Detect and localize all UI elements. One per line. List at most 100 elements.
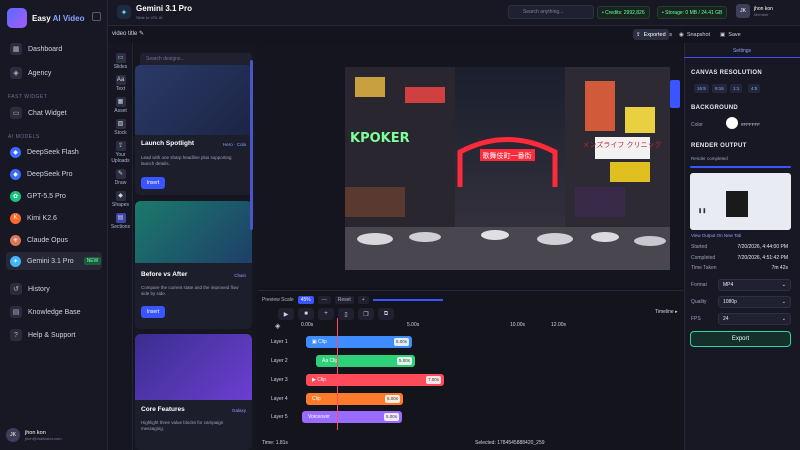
template-card-before-after[interactable]: Before vs After Chain Compare the curren…	[135, 201, 252, 329]
sidebar-item-deepseek-pro[interactable]: ◆ DeepSeek Pro	[6, 165, 102, 183]
resolution-option[interactable]: 16:9	[694, 84, 709, 93]
timeline-clip[interactable]: ▣ Clip 5.00s	[306, 336, 412, 348]
rail-item-asset[interactable]: ▦ Asset	[108, 97, 133, 114]
clip-label: Clip	[318, 339, 327, 345]
timeline-clip[interactable]: ▶ Clip 7.00s	[306, 374, 444, 386]
credits-badge: • Credits: 2992,826	[597, 6, 650, 19]
sidebar-item-help[interactable]: ? Help & Support	[6, 326, 102, 344]
rail-item-slides[interactable]: ▭ Slides	[108, 53, 133, 70]
resolution-option[interactable]: 4:5	[748, 84, 761, 93]
app-logo-icon	[7, 8, 27, 28]
section-label-fast-widget: FAST WIDGET	[8, 94, 48, 100]
chat-icon: ▭	[10, 107, 22, 119]
video-preview[interactable]: 歌舞伎町一番街 KPOKER メンズライフ クリニック	[345, 67, 670, 270]
copy-icon[interactable]: ❐	[358, 308, 374, 320]
sidebar-item-dashboard[interactable]: ▦ Dashboard	[6, 40, 102, 58]
selected-clip-id: Selected: 1784545888420_259	[475, 440, 545, 446]
stop-icon[interactable]: ■	[298, 308, 314, 320]
template-card-core-features[interactable]: Core Features Galaxy Highlight three val…	[135, 334, 252, 450]
delete-icon[interactable]: ▯	[338, 308, 354, 320]
card-title: Core Features	[141, 406, 185, 413]
layer-label: Layer 5	[271, 414, 288, 420]
chevron-down-icon: ⌄	[781, 316, 786, 322]
template-preview	[135, 334, 252, 400]
current-time: Time: 1.81s	[262, 440, 288, 446]
pause-icon[interactable]: ❚❚	[698, 208, 706, 214]
sidebar-item-gemini[interactable]: ✦ Gemini 3.1 Pro NEW	[6, 252, 102, 270]
scale-slider[interactable]	[372, 299, 443, 301]
color-swatch[interactable]	[726, 117, 738, 129]
format-select[interactable]: MP4 ⌄	[718, 279, 791, 291]
sidebar-item-chat-widget[interactable]: ▭ Chat Widget	[6, 104, 102, 122]
quality-label: Quality	[691, 299, 707, 305]
sidebar-item-label: History	[28, 285, 50, 293]
video-title[interactable]: video title ✎	[112, 30, 144, 37]
quality-select[interactable]: 1080p ⌄	[718, 296, 791, 308]
add-icon[interactable]: +	[318, 308, 334, 320]
render-status: Render completed	[691, 156, 728, 161]
insert-button[interactable]: Insert	[141, 177, 165, 189]
sidebar-item-label: Help & Support	[28, 331, 76, 339]
clip-label: Aa Clip	[322, 358, 339, 364]
zoom-in-button[interactable]: +	[357, 296, 369, 304]
clip-duration: 5.00s	[396, 357, 412, 365]
save-button[interactable]: ▣ Save	[717, 29, 744, 40]
preview-scale-bar: Preview Scale 45% — Reset +	[262, 296, 443, 304]
tool-rail: ▭ Slides Aa Text ▦ Asset ▨ Stock ⇪ Your Uploa…	[108, 43, 133, 450]
rail-item-stock[interactable]: ▨ Stock	[108, 119, 133, 136]
claude-icon: ✳	[10, 234, 21, 246]
render-thumbnail[interactable]: ❚❚	[690, 173, 791, 230]
timeline-label: Timeline ▸	[655, 309, 678, 315]
playhead[interactable]	[337, 318, 338, 430]
template-card-launch[interactable]: Launch Spotlight Hero · Cola Lead with o…	[135, 65, 252, 195]
clip-duration: 7.00s	[425, 376, 441, 384]
timeline-clip[interactable]: Voiceover 5.00s	[302, 411, 402, 423]
app-brand: Easy AI Video	[32, 14, 84, 23]
edit-icon[interactable]: ✎	[139, 31, 144, 37]
search-input[interactable]: Search anything...	[508, 5, 594, 19]
book-icon: ▤	[10, 306, 22, 318]
rail-item-uploads[interactable]: ⇪ Your Uploads	[108, 141, 133, 164]
sidebar-item-agency[interactable]: ◈ Agency	[6, 64, 102, 82]
zoom-out-button[interactable]: —	[317, 296, 331, 304]
view-output-link[interactable]: View Output On New Tab	[691, 233, 741, 238]
section-heading: RENDER OUTPUT	[691, 143, 747, 149]
rail-item-sections[interactable]: ▤ Sections	[108, 213, 133, 230]
rail-label: Asset	[114, 108, 127, 114]
card-description: Compare the current state and the improv…	[141, 285, 239, 296]
rail-item-shapes[interactable]: ◆ Shapes	[108, 191, 133, 208]
resolution-option[interactable]: 1:1	[730, 84, 743, 93]
sidebar-item-deepseek-flash[interactable]: ◆ DeepSeek Flash	[6, 143, 102, 161]
sidebar-user[interactable]: JK jhon kon jhon@mailnator.com	[6, 428, 62, 442]
sidebar-item-history[interactable]: ↺ History	[6, 280, 102, 298]
section-label-ai-models: AI MODELS	[8, 134, 40, 140]
row-value: 7/20/2026, 4:51:42 PM	[737, 255, 788, 261]
sidebar-item-gpt[interactable]: ✿ GPT-5.5 Pro	[6, 187, 102, 205]
card-title: Launch Spotlight	[141, 140, 195, 147]
sidebar-item-kimi[interactable]: K Kimi K2.6	[6, 209, 102, 227]
snapshot-button[interactable]: ◉ Snapshot	[676, 29, 713, 40]
settings-side-tab[interactable]	[670, 80, 680, 108]
fps-select[interactable]: 24 ⌄	[718, 313, 791, 325]
play-icon[interactable]: ▶	[278, 308, 294, 320]
rail-item-draw[interactable]: ✎ Draw	[108, 169, 133, 186]
rail-item-text[interactable]: Aa Text	[108, 75, 133, 92]
resolution-option[interactable]: 9:16	[712, 84, 727, 93]
timeline-clip[interactable]: Clip 5.00s	[306, 393, 403, 405]
ruler-tick: 5.00s	[407, 322, 420, 328]
video-title-text: video title	[112, 31, 138, 37]
insert-button[interactable]: Insert	[141, 306, 165, 318]
sidebar-item-knowledge-base[interactable]: ▤ Knowledge Base	[6, 303, 102, 321]
header-user[interactable]: JK jhon kon Member	[736, 4, 773, 18]
export-button[interactable]: Export	[690, 331, 791, 347]
timeline-clip[interactable]: Aa Clip 5.00s	[316, 355, 415, 367]
duplicate-icon[interactable]: ⧉	[378, 308, 394, 320]
user-email: jhon@mailnator.com	[25, 435, 62, 441]
exported-button[interactable]: ⇪ Exported	[633, 29, 669, 40]
sidebar-item-claude[interactable]: ✳ Claude Opus	[6, 231, 102, 249]
tab-settings[interactable]: Settings	[684, 44, 800, 58]
collapse-sidebar-icon[interactable]	[92, 12, 101, 21]
scale-value[interactable]: 45%	[297, 296, 314, 304]
reset-button[interactable]: Reset	[334, 296, 354, 304]
templates-scrollbar[interactable]	[250, 60, 253, 230]
